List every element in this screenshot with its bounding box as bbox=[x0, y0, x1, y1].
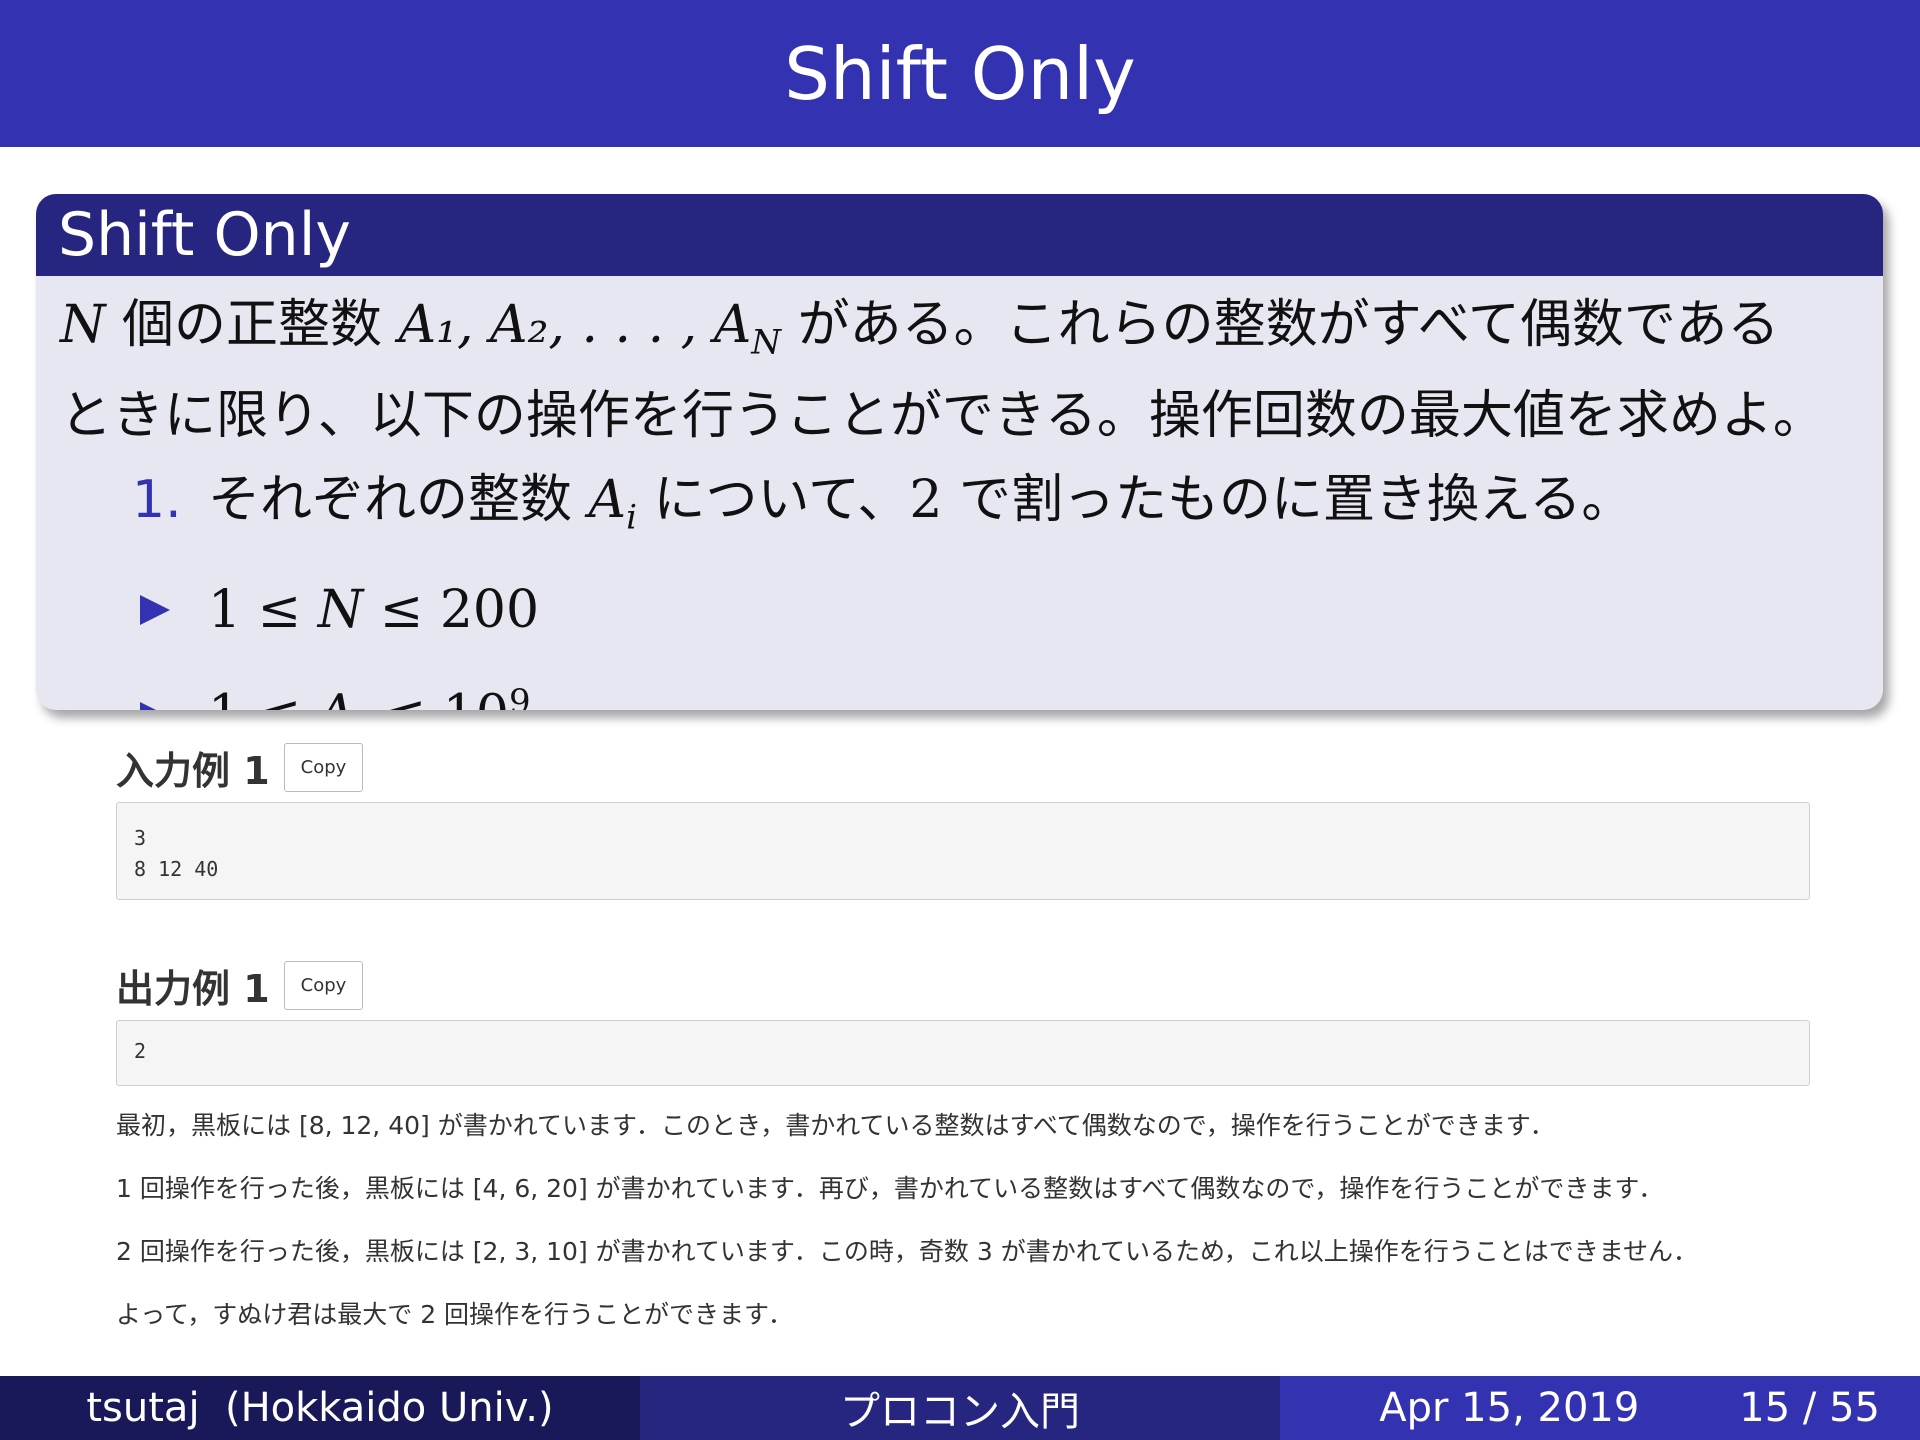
input-heading: 入力例 1 Copy bbox=[116, 740, 364, 795]
constraint-rhs: ≤ 10 bbox=[366, 684, 509, 710]
operation-text: それぞれの整数 Ai について、2 で割ったものに置き換える。 bbox=[208, 463, 1633, 554]
explanation-line-3: 2 回操作を行った後，黒板には [2, 3, 10] が書かれています．この時，… bbox=[116, 1237, 1698, 1266]
output-heading-text: 出力例 1 bbox=[116, 967, 270, 1011]
var-n: N bbox=[60, 295, 106, 355]
constraint-lhs: 1 ≤ bbox=[208, 684, 318, 710]
statement-line-2: ときに限り、以下の操作を行うことができる。操作回数の最大値を求めよ。 bbox=[60, 386, 1825, 447]
block-title: Shift Only bbox=[36, 194, 1883, 276]
bullet-triangle-icon bbox=[140, 594, 170, 625]
frame-title: Shift Only bbox=[0, 0, 1920, 147]
operation-text-b: について、 bbox=[653, 470, 910, 531]
footer-author-text: tsutaj (Hokkaido Univ.) bbox=[86, 1385, 554, 1431]
footer: tsutaj (Hokkaido Univ.) プロコン入門 Apr 15, 2… bbox=[0, 1376, 1920, 1440]
copy-output-button[interactable]: Copy bbox=[283, 961, 364, 1010]
constraint-text: 1 ≤ Ai ≤ 109 bbox=[208, 665, 531, 710]
frame-title-text: Shift Only bbox=[784, 31, 1136, 116]
explanation-line-4: よって，すぬけ君は最大で 2 回操作を行うことができます． bbox=[116, 1300, 794, 1329]
input-sample-box: 3 8 12 40 bbox=[116, 802, 1810, 900]
text-positive-integers: 個の正整数 bbox=[122, 295, 383, 355]
footer-talk-text: プロコン入門 bbox=[840, 1389, 1080, 1435]
explanation-line-1: 最初，黒板には [8, 12, 40] が書かれています．このとき，書かれている… bbox=[116, 1111, 1555, 1140]
operation-text-a: それぞれの整数 bbox=[208, 470, 573, 531]
var-a: A bbox=[588, 470, 627, 531]
bullet-triangle-icon bbox=[140, 701, 170, 710]
output-heading: 出力例 1 Copy bbox=[116, 958, 364, 1013]
explanation-line-2: 1 回操作を行った後，黒板には [4, 6, 20] が書かれています．再び，書… bbox=[116, 1174, 1664, 1203]
text-all-even: がある。これらの整数がすべて偶数である bbox=[797, 295, 1780, 355]
footer-talk: プロコン入門 bbox=[640, 1376, 1280, 1440]
footer-date: Apr 15, 2019 bbox=[1379, 1385, 1640, 1431]
input-heading-text: 入力例 1 bbox=[116, 749, 270, 793]
footer-page-number: 15 / 55 bbox=[1739, 1385, 1880, 1431]
sequence-sub-n: N bbox=[751, 322, 782, 363]
constraint-sup: 9 bbox=[508, 681, 531, 710]
block-body: N 個の正整数 A₁, A₂, . . . , AN がある。これらの整数がすべ… bbox=[36, 276, 1883, 710]
constraint-rhs: ≤ 200 bbox=[363, 579, 540, 640]
output-sample-box: 2 bbox=[116, 1020, 1810, 1086]
footer-date-page: Apr 15, 2019 15 / 55 bbox=[1280, 1376, 1920, 1440]
statement-line-1: N 個の正整数 A₁, A₂, . . . , AN がある。これらの整数がすべ… bbox=[60, 288, 1859, 379]
operation-text-c: で割ったものに置き換える。 bbox=[958, 470, 1634, 531]
constraint-var: A bbox=[318, 684, 356, 710]
constraint-lhs: 1 ≤ bbox=[208, 579, 318, 640]
operation-item: 1. それぞれの整数 Ai について、2 で割ったものに置き換える。 bbox=[60, 463, 1859, 554]
constraint-a: 1 ≤ Ai ≤ 109 bbox=[60, 665, 1859, 710]
sequence-a: A₁, A₂, . . . , A bbox=[398, 295, 752, 355]
constraint-var: N bbox=[317, 579, 364, 640]
constraint-n: 1 ≤ N ≤ 200 bbox=[60, 573, 1859, 647]
footer-author: tsutaj (Hokkaido Univ.) bbox=[0, 1376, 640, 1440]
num-two: 2 bbox=[909, 470, 943, 531]
enum-number: 1. bbox=[132, 470, 182, 531]
constraint-text: 1 ≤ N ≤ 200 bbox=[208, 573, 539, 647]
problem-block: Shift Only N 個の正整数 A₁, A₂, . . . , AN があ… bbox=[36, 194, 1883, 710]
var-a-sub: i bbox=[626, 497, 637, 538]
copy-input-button[interactable]: Copy bbox=[283, 743, 364, 792]
